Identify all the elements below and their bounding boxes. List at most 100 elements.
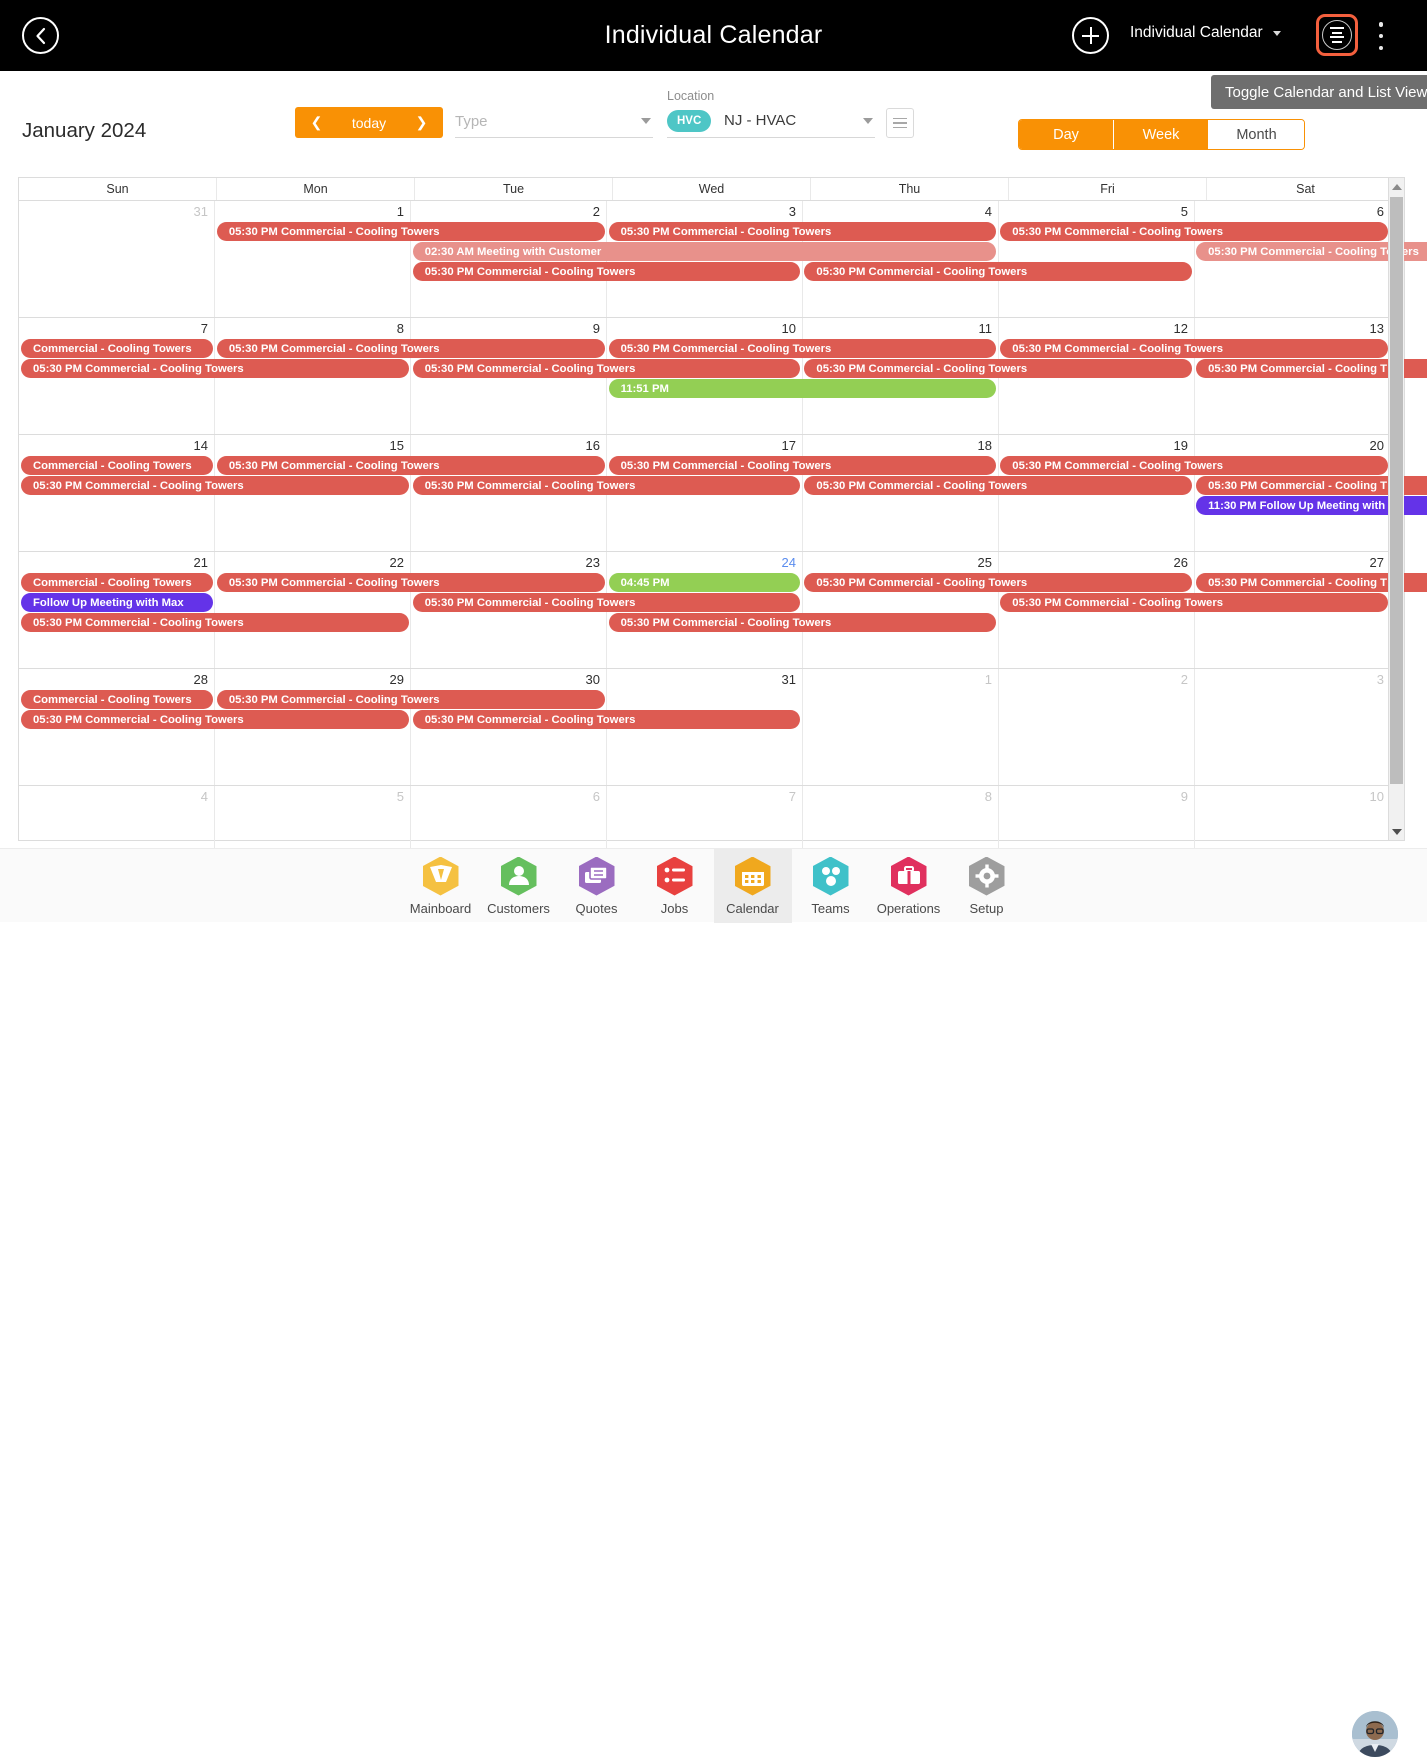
- nav-item-customers[interactable]: Customers: [480, 849, 558, 923]
- nav-item-teams[interactable]: Teams: [792, 849, 870, 923]
- today-button[interactable]: today: [338, 107, 400, 138]
- calendar-event[interactable]: 05:30 PM Commercial - Cooling Towers: [412, 710, 801, 729]
- date-nav-group: ❮ today ❯: [295, 107, 443, 138]
- view-toggle-month[interactable]: Month: [1209, 120, 1304, 149]
- day-number: 2: [1180, 672, 1188, 687]
- calendar-event[interactable]: 05:30 PM Commercial - Cooling Towers: [608, 456, 997, 475]
- calendar-event[interactable]: 05:30 PM Commercial - Cooling Towers: [216, 222, 605, 241]
- day-cell[interactable]: 5: [999, 201, 1195, 317]
- calendar-event[interactable]: 05:30 PM Commercial - Cooling Towers: [1000, 456, 1388, 475]
- calendar-event[interactable]: 05:30 PM Commercial - Cooling Towers: [216, 339, 605, 358]
- location-list-button[interactable]: [886, 108, 914, 138]
- day-header-wed: Wed: [613, 178, 811, 200]
- day-header-sat: Sat: [1296, 182, 1315, 196]
- day-header-mon: Mon: [217, 178, 415, 200]
- type-input[interactable]: [455, 108, 625, 134]
- nav-item-operations[interactable]: Operations: [870, 849, 948, 923]
- view-toggle-day[interactable]: Day: [1019, 120, 1114, 149]
- calendar-event[interactable]: 05:30 PM Commercial - Cooling Towers: [608, 339, 997, 358]
- calendar-event[interactable]: Commercial - Cooling Towers: [21, 573, 213, 592]
- calendar-event[interactable]: 04:45 PM: [608, 573, 801, 592]
- calendar-event[interactable]: Commercial - Cooling Towers: [21, 456, 213, 475]
- calendar-event[interactable]: 05:30 PM Commercial - Cooling Towers: [412, 262, 801, 281]
- customers-icon: [500, 856, 537, 896]
- more-vertical-icon[interactable]: [1374, 22, 1388, 50]
- day-header-sun: Sun: [19, 178, 217, 200]
- calendar-event[interactable]: 05:30 PM Commercial - Cooling Towers: [21, 476, 409, 495]
- jobs-icon: [656, 856, 693, 896]
- calendar-event[interactable]: 11:51 PM: [608, 379, 997, 398]
- prev-period-button[interactable]: ❮: [295, 107, 338, 138]
- day-number: 24: [781, 555, 796, 570]
- nav-item-label: Mainboard: [409, 900, 472, 916]
- scroll-up-arrow[interactable]: [1389, 178, 1404, 195]
- day-cell[interactable]: 2: [999, 669, 1195, 785]
- day-number: 7: [200, 321, 208, 336]
- scroll-down-arrow[interactable]: [1389, 823, 1404, 840]
- day-cell[interactable]: 1: [215, 201, 411, 317]
- back-button[interactable]: [22, 17, 59, 54]
- day-number: 5: [1180, 204, 1188, 219]
- calendar-event[interactable]: 05:30 PM Commercial - Cooling Towers: [1000, 593, 1388, 612]
- calendar-event[interactable]: 05:30 PM Commercial - Cooling Towers: [412, 593, 801, 612]
- day-number: 12: [1173, 321, 1188, 336]
- day-cell[interactable]: 31: [19, 201, 215, 317]
- day-number: 29: [389, 672, 404, 687]
- calendar-event[interactable]: 05:30 PM Commercial - Cooling Towers: [804, 476, 1193, 495]
- calendar-event[interactable]: 05:30 PM Commercial - Cooling Towers: [216, 573, 605, 592]
- day-number: 6: [1376, 204, 1384, 219]
- nav-item-mainboard[interactable]: Mainboard: [402, 849, 480, 923]
- tooltip: Toggle Calendar and List View: [1211, 75, 1427, 109]
- calendar-event[interactable]: 05:30 PM Commercial - Cooling Towers: [608, 222, 997, 241]
- scrollbar-thumb[interactable]: [1390, 197, 1403, 784]
- calendar-event[interactable]: 05:30 PM Commercial - Cooling Towers: [1000, 222, 1388, 241]
- calendar-event[interactable]: 05:30 PM Commercial - Cooling Towers: [21, 359, 409, 378]
- day-cell[interactable]: 25: [803, 552, 999, 668]
- toggle-calendar-list-view-button[interactable]: [1316, 14, 1358, 56]
- nav-item-label: Calendar: [726, 900, 779, 916]
- calendar-event[interactable]: Follow Up Meeting with Max: [21, 593, 213, 612]
- calendar-event[interactable]: 05:30 PM Commercial - Cooling Towers: [412, 476, 801, 495]
- view-toggle-week[interactable]: Week: [1114, 120, 1209, 149]
- calendar-event[interactable]: Commercial - Cooling Towers: [21, 339, 213, 358]
- calendar-event[interactable]: 05:30 PM Commercial - Cooling Towers: [804, 262, 1193, 281]
- bottom-navigation: Mainboard Customers Quotes Jobs Calendar Team…: [0, 848, 1427, 1757]
- day-cell[interactable]: 3: [1195, 669, 1390, 785]
- location-filter[interactable]: HVC NJ - HVAC: [667, 108, 875, 138]
- day-number: 11: [978, 321, 993, 336]
- calendar-week-row: 14 15 16 17 18 19 20 Commercial - Cooling Tower…: [19, 435, 1427, 552]
- calendar-event[interactable]: 05:30 PM Commercial - Cooling Towers: [21, 710, 409, 729]
- type-filter[interactable]: [455, 108, 653, 138]
- day-header-tue: Tue: [415, 178, 613, 200]
- calendar-event[interactable]: 05:30 PM Commercial - Cooling Towers: [804, 573, 1193, 592]
- day-number: 25: [977, 555, 992, 570]
- nav-item-calendar[interactable]: Calendar: [713, 849, 792, 923]
- day-number: 31: [781, 672, 796, 687]
- next-period-button[interactable]: ❯: [400, 107, 443, 138]
- calendar-event[interactable]: 05:30 PM Commercial - Cooling Towers: [216, 690, 605, 709]
- calendar-event[interactable]: 05:30 PM Commercial - Cooling Towers: [412, 359, 801, 378]
- nav-item-label: Customers: [487, 900, 550, 916]
- calendar-event[interactable]: 05:30 PM Commercial - Cooling Towers: [804, 359, 1193, 378]
- operations-icon: [890, 856, 927, 896]
- calendar-event[interactable]: 02:30 AM Meeting with Customer: [412, 242, 997, 261]
- nav-item-setup[interactable]: Setup: [948, 849, 1026, 923]
- day-cell[interactable]: 1: [803, 669, 999, 785]
- calendar-event[interactable]: 05:30 PM Commercial - Cooling Towers: [608, 613, 997, 632]
- calendar-week-row: 28 29 30 31 1 2 3 Commercial - Cooling Towers 05…: [19, 669, 1390, 786]
- calendar-selector[interactable]: Individual Calendar: [1130, 24, 1281, 42]
- day-number: 18: [977, 438, 992, 453]
- calendar-event[interactable]: Commercial - Cooling Towers: [21, 690, 213, 709]
- setup-icon: [968, 856, 1005, 896]
- add-event-button[interactable]: [1072, 17, 1109, 54]
- nav-item-jobs[interactable]: Jobs: [636, 849, 714, 923]
- day-cell[interactable]: 22: [215, 552, 411, 668]
- avatar[interactable]: [1352, 1711, 1398, 1757]
- calendar-event[interactable]: 05:30 PM Commercial - Cooling Towers: [216, 456, 605, 475]
- chevron-down-icon: [863, 118, 873, 124]
- nav-item-quotes[interactable]: Quotes: [558, 849, 636, 923]
- calendar-scrollbar[interactable]: [1388, 178, 1404, 840]
- calendar-event[interactable]: 05:30 PM Commercial - Cooling Towers: [1000, 339, 1388, 358]
- calendar-icon: [734, 856, 771, 896]
- calendar-event[interactable]: 05:30 PM Commercial - Cooling Towers: [21, 613, 409, 632]
